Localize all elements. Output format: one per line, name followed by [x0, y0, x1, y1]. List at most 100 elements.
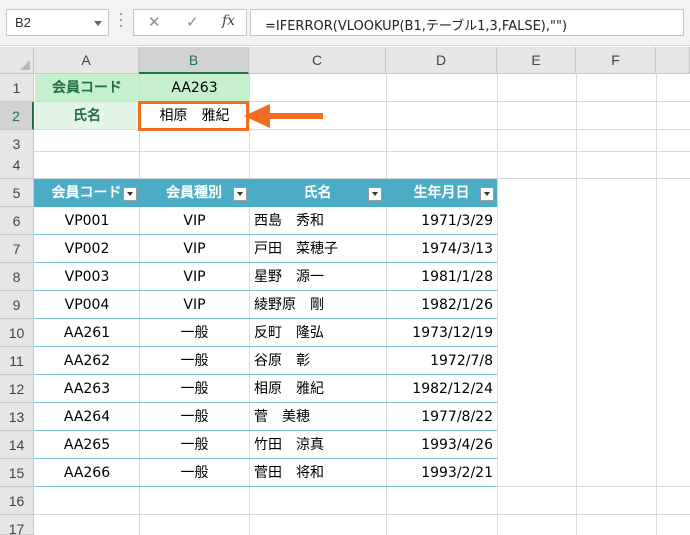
- cell-member-code[interactable]: AA261: [35, 319, 139, 347]
- cell-birthdate[interactable]: 1982/1/26: [387, 291, 497, 319]
- row-header-14[interactable]: 14: [0, 431, 34, 459]
- formula-bar-area: B2 ✕ ✓ fx =IFERROR(VLOOKUP(B1,テーブル1,3,FA…: [0, 0, 690, 46]
- cell-member-code[interactable]: AA262: [35, 347, 139, 375]
- gridline: [576, 74, 577, 535]
- row-header-16[interactable]: 16: [0, 487, 34, 515]
- cell-member-type[interactable]: 一般: [140, 375, 249, 403]
- table-header-member-code[interactable]: 会員コード: [34, 179, 139, 207]
- filter-dropdown-icon[interactable]: [368, 187, 382, 201]
- chevron-down-icon[interactable]: [94, 21, 102, 26]
- column-header-b[interactable]: B: [139, 47, 249, 74]
- cell-member-type[interactable]: 一般: [140, 431, 249, 459]
- cell-member-code[interactable]: VP004: [35, 291, 139, 319]
- select-all-corner[interactable]: [0, 47, 34, 74]
- table-header-label: 会員種別: [166, 185, 222, 201]
- cell-member-type[interactable]: VIP: [140, 291, 249, 319]
- cell-member-code[interactable]: AA263: [35, 375, 139, 403]
- cell-member-type[interactable]: 一般: [140, 403, 249, 431]
- drag-handle-icon[interactable]: [120, 13, 123, 33]
- cell-birthdate[interactable]: 1993/4/26: [387, 431, 497, 459]
- cell-birthdate[interactable]: 1993/2/21: [387, 459, 497, 487]
- cell-member-code[interactable]: VP001: [35, 207, 139, 235]
- row-header-10[interactable]: 10: [0, 319, 34, 347]
- cell-birthdate[interactable]: 1977/8/22: [387, 403, 497, 431]
- gridline: [34, 151, 690, 152]
- gridline: [497, 74, 498, 535]
- gridline: [34, 129, 690, 130]
- column-header-f[interactable]: F: [576, 47, 656, 74]
- cell-name[interactable]: 相原 雅紀: [250, 375, 386, 403]
- row-header-17[interactable]: 17: [0, 515, 34, 535]
- cancel-icon[interactable]: ✕: [148, 13, 161, 31]
- row-header-6[interactable]: 6: [0, 207, 34, 235]
- row-header-7[interactable]: 7: [0, 235, 34, 263]
- cell-birthdate[interactable]: 1973/12/19: [387, 319, 497, 347]
- cell-birthdate[interactable]: 1972/7/8: [387, 347, 497, 375]
- table-header-label: 会員コード: [51, 185, 122, 201]
- gridline: [34, 514, 690, 515]
- cell-member-code[interactable]: AA265: [35, 431, 139, 459]
- column-header-c[interactable]: C: [249, 47, 386, 74]
- cell-name[interactable]: 菅 美穂: [250, 403, 386, 431]
- cell-member-type[interactable]: 一般: [140, 347, 249, 375]
- filter-dropdown-icon[interactable]: [233, 187, 247, 201]
- cell-name[interactable]: 菅田 将和: [250, 459, 386, 487]
- cell-member-type[interactable]: VIP: [140, 235, 249, 263]
- cell-name[interactable]: 戸田 菜穂子: [250, 235, 386, 263]
- row-header-5[interactable]: 5: [0, 179, 34, 207]
- table-row-divider: [34, 486, 497, 487]
- cell-member-code[interactable]: AA264: [35, 403, 139, 431]
- cell-a1[interactable]: 会員コード: [35, 74, 139, 101]
- column-header-blank[interactable]: [656, 47, 690, 74]
- formula-input[interactable]: =IFERROR(VLOOKUP(B1,テーブル1,3,FALSE),""): [250, 9, 684, 36]
- table-header-label: 氏名: [303, 185, 332, 201]
- formula-text: =IFERROR(VLOOKUP(B1,テーブル1,3,FALSE),""): [265, 19, 568, 34]
- active-cell-highlight: [138, 101, 249, 131]
- name-box-value: B2: [15, 15, 31, 30]
- row-header-2[interactable]: 2: [0, 102, 34, 130]
- row-header-11[interactable]: 11: [0, 347, 34, 375]
- row-header-15[interactable]: 15: [0, 459, 34, 487]
- column-header-a[interactable]: A: [34, 47, 139, 74]
- cell-member-type[interactable]: VIP: [140, 263, 249, 291]
- arrow-left-icon: [244, 104, 270, 128]
- enter-icon[interactable]: ✓: [186, 13, 199, 31]
- row-header-8[interactable]: 8: [0, 263, 34, 291]
- cell-member-code[interactable]: VP002: [35, 235, 139, 263]
- cell-member-code[interactable]: AA266: [35, 459, 139, 487]
- formula-buttons: ✕ ✓ fx: [133, 9, 247, 36]
- insert-function-icon[interactable]: fx: [222, 13, 235, 29]
- column-header-d[interactable]: D: [386, 47, 497, 74]
- column-header-e[interactable]: E: [497, 47, 576, 74]
- cell-member-type[interactable]: 一般: [140, 319, 249, 347]
- cell-name[interactable]: 西島 秀和: [250, 207, 386, 235]
- cell-member-type[interactable]: VIP: [140, 207, 249, 235]
- row-header-1[interactable]: 1: [0, 74, 34, 102]
- cell-member-type[interactable]: 一般: [140, 459, 249, 487]
- cell-birthdate[interactable]: 1982/12/24: [387, 375, 497, 403]
- cell-birthdate[interactable]: 1974/3/13: [387, 235, 497, 263]
- cell-name[interactable]: 竹田 涼真: [250, 431, 386, 459]
- filter-dropdown-icon[interactable]: [123, 187, 137, 201]
- cell-name[interactable]: 谷原 彰: [250, 347, 386, 375]
- annotation-arrow: [268, 113, 323, 119]
- cell-b1[interactable]: AA263: [140, 74, 249, 101]
- cell-a2[interactable]: 氏名: [35, 102, 139, 129]
- gridline: [656, 74, 657, 535]
- row-header-13[interactable]: 13: [0, 403, 34, 431]
- table-header-label: 生年月日: [413, 185, 470, 201]
- row-header-12[interactable]: 12: [0, 375, 34, 403]
- cell-birthdate[interactable]: 1981/1/28: [387, 263, 497, 291]
- name-box[interactable]: B2: [6, 9, 109, 36]
- row-header-9[interactable]: 9: [0, 291, 34, 319]
- cell-name[interactable]: 綾野原 剛: [250, 291, 386, 319]
- table-header-birthdate[interactable]: 生年月日: [386, 179, 497, 207]
- filter-dropdown-icon[interactable]: [480, 187, 494, 201]
- cell-birthdate[interactable]: 1971/3/29: [387, 207, 497, 235]
- row-header-4[interactable]: 4: [0, 151, 34, 179]
- cell-member-code[interactable]: VP003: [35, 263, 139, 291]
- cell-name[interactable]: 反町 隆弘: [250, 319, 386, 347]
- table-header-member-type[interactable]: 会員種別: [139, 179, 249, 207]
- table-header-name[interactable]: 氏名: [249, 179, 386, 207]
- cell-name[interactable]: 星野 源一: [250, 263, 386, 291]
